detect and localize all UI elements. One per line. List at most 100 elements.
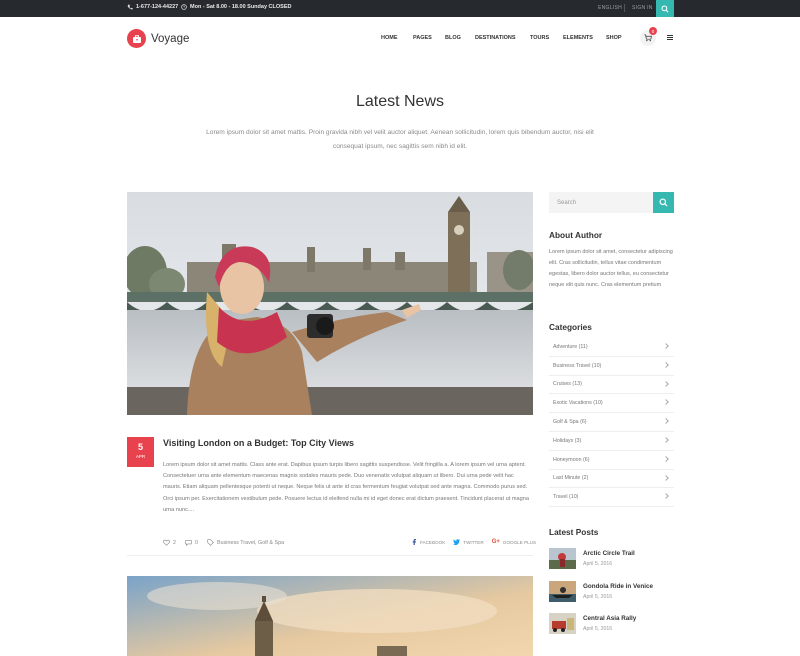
clock-icon (181, 4, 187, 10)
category-item[interactable]: Holidays (3) (549, 432, 674, 451)
latest-post-thumbnail[interactable] (549, 548, 576, 569)
heart-icon (163, 539, 170, 546)
cart-count-badge: 0 (649, 27, 657, 35)
category-item[interactable]: Exotic Vacations (10) (549, 394, 674, 414)
latest-posts-title: Latest Posts (549, 527, 599, 537)
category-label: Holidays (3) (553, 437, 582, 444)
post-meta: 2 0 Business Travel, Golf & Spa (163, 539, 293, 546)
topbar-divider (624, 4, 625, 12)
category-label: Business Travel (10) (553, 362, 602, 369)
nav-pages[interactable]: PAGES (413, 35, 432, 41)
chevron-right-icon (663, 399, 669, 406)
nav-tours[interactable]: TOURS (530, 35, 549, 41)
share-facebook[interactable]: FACEBOOK (412, 539, 445, 545)
latest-post-title[interactable]: Arctic Circle Trail (583, 550, 635, 557)
category-label: Golf & Spa (6) (553, 419, 587, 426)
chevron-right-icon (663, 474, 669, 481)
second-post-image[interactable] (127, 576, 533, 656)
chevron-right-icon (663, 418, 669, 425)
twitter-icon (453, 539, 461, 545)
top-bar: 1-677-124-44227 Mon - Sat 8.00 - 18.00 S… (0, 0, 800, 17)
share-facebook-label: FACEBOOK (420, 539, 446, 545)
facebook-icon (412, 539, 416, 545)
page-title: Latest News (355, 93, 445, 110)
nav-shop[interactable]: SHOP (606, 35, 622, 41)
nav-blog[interactable]: BLOG (445, 35, 461, 41)
category-label: Adventure (11) (553, 343, 588, 350)
sidebar-search-button[interactable] (653, 192, 674, 213)
comments-count: 0 (195, 539, 198, 546)
sign-in-link[interactable]: SIGN IN (632, 5, 653, 11)
nav-home[interactable]: HOME (381, 35, 398, 41)
search-icon (659, 198, 668, 207)
post-featured-image[interactable] (127, 192, 533, 415)
post-date-badge: 5 APR (127, 437, 154, 467)
latest-post-title[interactable]: Gondola Ride in Venice (583, 583, 653, 590)
hours-info: Mon - Sat 8.00 - 18.00 Sunday CLOSED (181, 4, 291, 10)
nav-destinations[interactable]: DESTINATIONS (475, 35, 516, 41)
category-item[interactable]: Honeymoon (6) (549, 451, 674, 470)
latest-post-thumbnail[interactable] (549, 581, 576, 602)
post-divider (127, 555, 533, 556)
likes-count: 2 (173, 539, 176, 546)
latest-post-item[interactable]: Gondola Ride in Venice April 5, 2016 (549, 581, 674, 605)
chevron-right-icon (663, 361, 669, 368)
chevron-right-icon (663, 380, 669, 387)
category-label: Last Minute (2) (553, 475, 589, 482)
top-search-button[interactable] (656, 0, 674, 17)
post-date-day: 5 (137, 442, 143, 452)
site-logo[interactable]: Voyage (127, 29, 189, 48)
latest-post-item[interactable]: Arctic Circle Trail April 5, 2016 (549, 548, 674, 572)
opening-hours: Mon - Sat 8.00 - 18.00 Sunday CLOSED (190, 4, 292, 10)
hamburger-menu-icon[interactable] (667, 35, 673, 40)
sidebar-search-input[interactable]: Search (549, 192, 653, 213)
categories-list: Adventure (11) Business Travel (10) Crui… (549, 338, 674, 508)
latest-post-thumbnail[interactable] (549, 613, 576, 634)
tag-icon (207, 539, 214, 546)
share-google-plus-label: GOOGLE PLUS (502, 539, 537, 545)
chevron-right-icon (663, 493, 669, 500)
latest-post-date: April 5, 2016 (583, 561, 613, 567)
about-author-title: About Author (549, 230, 603, 240)
post-date-month: APR (135, 454, 146, 459)
category-label: Travel (10) (553, 494, 579, 501)
share-links: FACEBOOK TWITTER G+ GOOGLE PLUS (412, 539, 536, 545)
category-label: Exotic Vacations (10) (553, 400, 603, 407)
share-twitter-label: TWITTER (463, 539, 484, 545)
language-selector[interactable]: ENGLISH (598, 5, 622, 11)
chevron-right-icon (663, 343, 669, 349)
chevron-right-icon (663, 455, 669, 462)
latest-post-item[interactable]: Central Asia Rally April 5, 2016 (549, 613, 674, 637)
post-title[interactable]: Visiting London on a Budget: Top City Vi… (163, 438, 354, 448)
phone-icon (127, 4, 133, 10)
category-item[interactable]: Cruises (13) (549, 376, 674, 395)
category-item[interactable]: Business Travel (10) (549, 357, 674, 376)
category-item[interactable]: Last Minute (2) (549, 470, 674, 489)
post-excerpt: Lorem ipsum dolor sit amet mattis. Class… (163, 462, 529, 513)
site-header (0, 17, 800, 62)
cart-icon (644, 34, 652, 42)
comment-icon (185, 540, 192, 546)
post-tags-text[interactable]: Business Travel, Golf & Spa (217, 540, 284, 546)
logo-text: Voyage (151, 32, 190, 45)
category-item[interactable]: Travel (10) (549, 488, 674, 508)
nav-elements[interactable]: ELEMENTS (563, 35, 593, 41)
page-description: Lorem ipsum dolor sit amet mattis. Proin… (206, 129, 594, 150)
categories-title: Categories (549, 322, 592, 332)
share-twitter[interactable]: TWITTER (453, 539, 484, 545)
likes[interactable]: 2 (163, 539, 176, 546)
about-author-text: Lorem ipsum dolor sit amet, consectetur … (549, 249, 673, 288)
category-item[interactable]: Golf & Spa (6) (549, 413, 674, 432)
share-google-plus[interactable]: G+ GOOGLE PLUS (492, 539, 536, 545)
comments[interactable]: 0 (185, 539, 198, 546)
category-label: Cruises (13) (553, 381, 582, 388)
latest-post-date: April 5, 2016 (583, 626, 613, 632)
category-label: Honeymoon (6) (553, 456, 590, 463)
category-item[interactable]: Adventure (11) (549, 338, 674, 357)
latest-post-date: April 5, 2016 (583, 594, 613, 600)
chevron-right-icon (663, 437, 669, 443)
search-icon (661, 4, 669, 13)
suitcase-icon (127, 29, 146, 48)
phone-number: 1-677-124-44227 (136, 4, 179, 10)
latest-post-title[interactable]: Central Asia Rally (583, 615, 636, 622)
